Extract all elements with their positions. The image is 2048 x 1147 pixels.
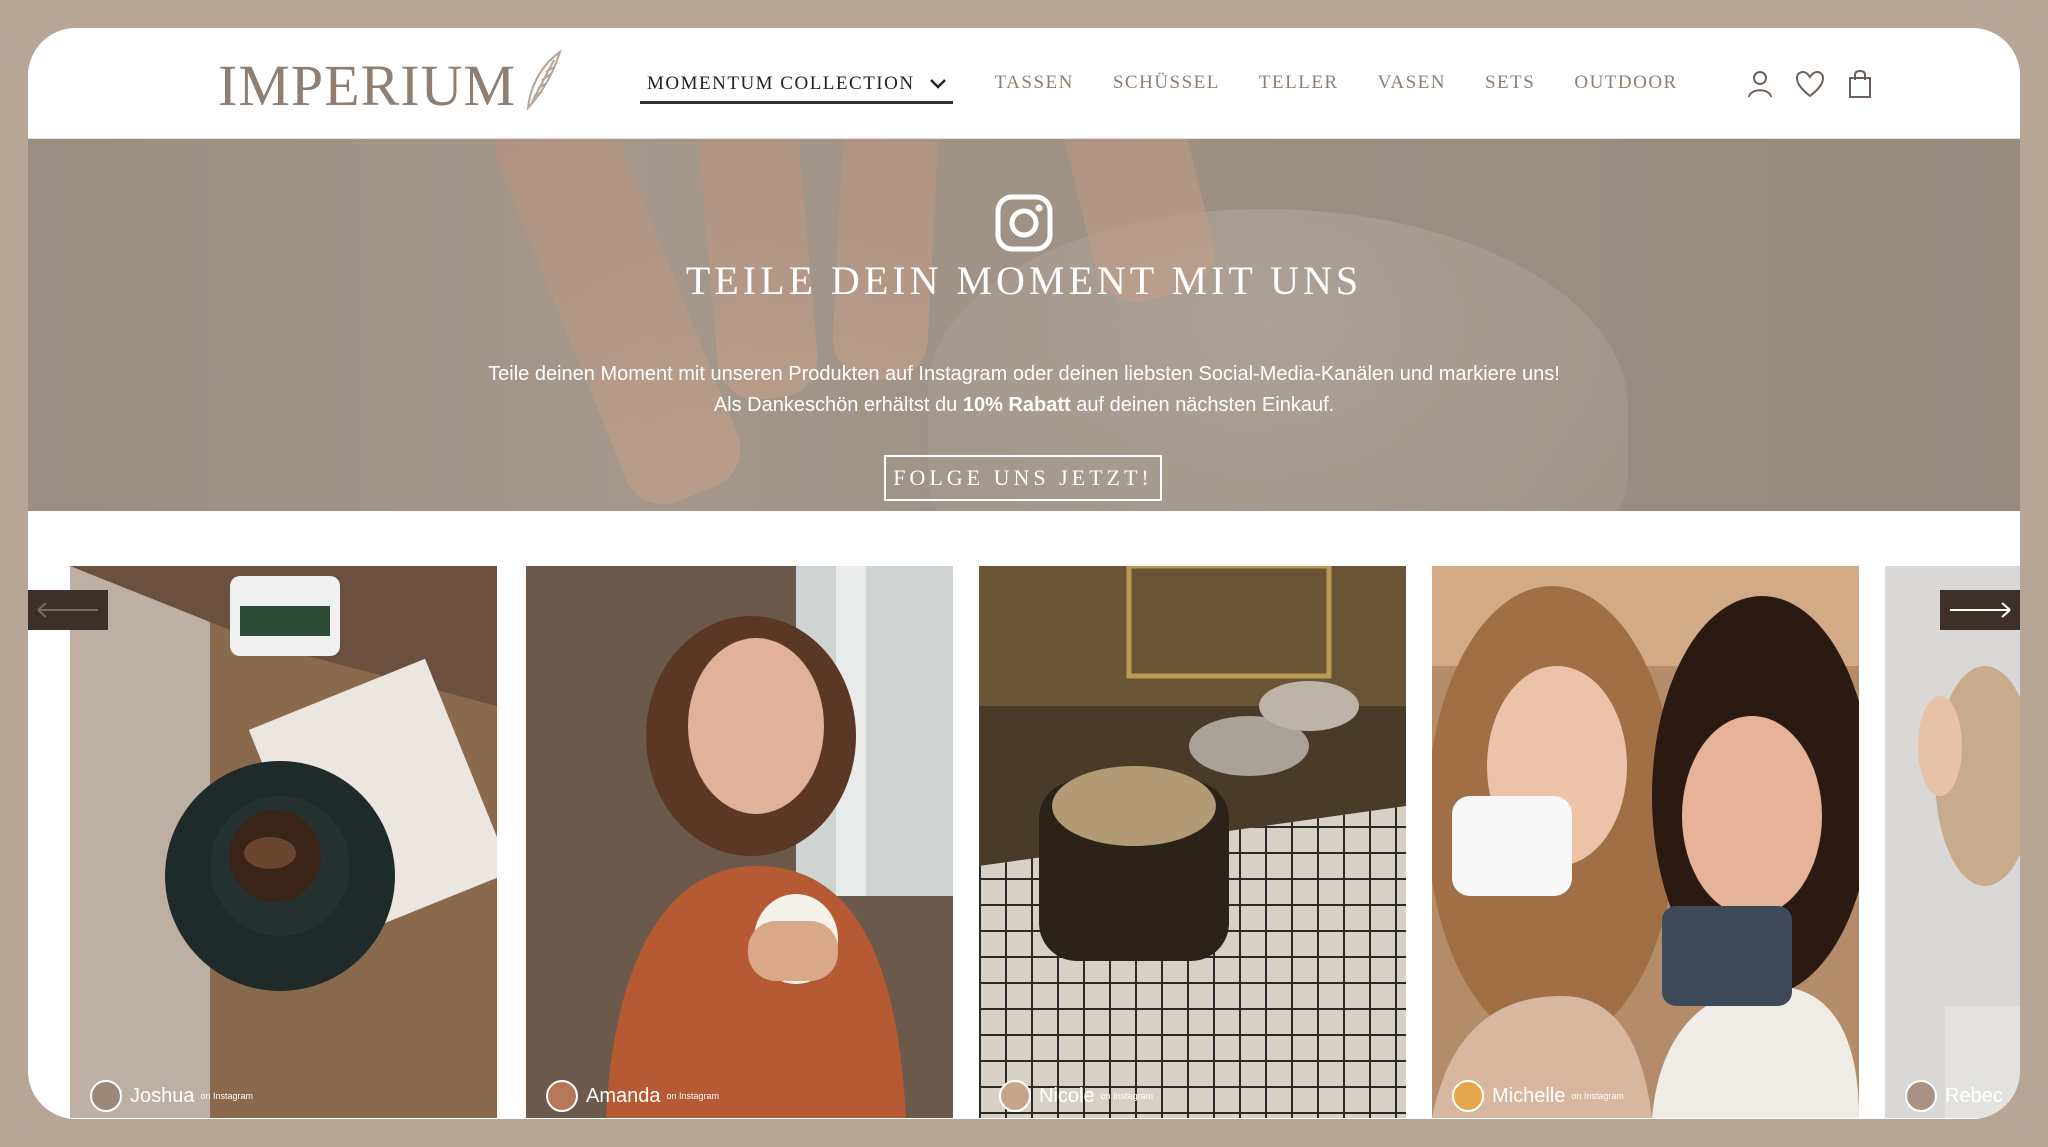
chevron-down-icon xyxy=(929,78,946,89)
carousel-prev-button[interactable] xyxy=(28,590,108,630)
post-username: Joshua xyxy=(130,1084,195,1107)
post-source: on Instagram xyxy=(1571,1091,1624,1101)
nav-item-tassen[interactable]: TASSEN xyxy=(995,72,1074,94)
main-nav: MOMENTUM COLLECTION TASSEN SCHÜSSEL TELL… xyxy=(640,28,1717,138)
hero-description: Teile deinen Moment mit unseren Produkte… xyxy=(28,359,2020,421)
arrow-left-icon xyxy=(37,602,98,618)
post-username: Nicole xyxy=(1039,1084,1095,1107)
instagram-icon[interactable] xyxy=(994,193,1054,253)
nav-item-vasen[interactable]: VASEN xyxy=(1378,72,1446,94)
browser-screen: IMPERIUM MOMENTUM COLLECTION TASSEN SCHÜ… xyxy=(28,28,2020,1119)
brand-logo[interactable]: IMPERIUM xyxy=(218,56,516,116)
post-user: Nicole on Instagram xyxy=(999,1080,1153,1112)
post-user: Joshua on Instagram xyxy=(90,1080,253,1112)
shopping-bag-icon[interactable] xyxy=(1844,68,1876,100)
post-user: Rebec xyxy=(1905,1080,2003,1112)
avatar xyxy=(546,1080,578,1112)
hero-line-2: Als Dankeschön erhältst du 10% Rabatt au… xyxy=(28,390,2020,421)
woman-with-cup-photo xyxy=(526,566,953,1118)
post-source: on Instagram xyxy=(1100,1091,1154,1101)
instagram-post-card[interactable]: Nicole on Instagram xyxy=(979,566,1406,1118)
nav-item-label: MOMENTUM COLLECTION xyxy=(647,72,915,94)
avatar xyxy=(90,1080,122,1112)
hero-banner: TEILE DEIN MOMENT MIT UNS Teile deinen M… xyxy=(28,139,2020,511)
device-frame: IMPERIUM MOMENTUM COLLECTION TASSEN SCHÜ… xyxy=(0,0,2048,1147)
post-username: Rebec xyxy=(1945,1084,2003,1107)
pottery-hands-photo xyxy=(1885,566,2020,1118)
instagram-post-card[interactable]: Amanda on Instagram xyxy=(526,566,953,1118)
discount-highlight: 10% Rabatt xyxy=(962,394,1071,416)
site-header: IMPERIUM MOMENTUM COLLECTION TASSEN SCHÜ… xyxy=(28,28,2020,139)
arrow-right-icon xyxy=(1950,602,2011,618)
nav-item-teller[interactable]: TELLER xyxy=(1259,72,1339,94)
nav-item-schuessel[interactable]: SCHÜSSEL xyxy=(1113,72,1220,94)
instagram-post-card[interactable]: Michelle on Instagram xyxy=(1432,566,1859,1118)
instagram-post-card[interactable]: Joshua on Instagram xyxy=(70,566,497,1118)
heart-icon[interactable] xyxy=(1794,68,1826,100)
leaf-logo-icon xyxy=(526,49,562,111)
post-user: Amanda on Instagram xyxy=(546,1080,719,1112)
hero-title: TEILE DEIN MOMENT MIT UNS xyxy=(685,258,1363,303)
instagram-carousel: Joshua on Instagram Amanda on Instagram … xyxy=(28,566,2020,1119)
nav-item-sets[interactable]: SETS xyxy=(1485,72,1535,94)
user-icon[interactable] xyxy=(1744,68,1776,100)
nav-item-momentum-collection[interactable]: MOMENTUM COLLECTION xyxy=(640,73,953,104)
carousel-next-button[interactable] xyxy=(1940,590,2020,630)
avatar xyxy=(1905,1080,1937,1112)
latte-jar-photo xyxy=(979,566,1406,1118)
follow-us-button[interactable]: FOLGE UNS JETZT! xyxy=(884,455,1162,501)
post-user: Michelle on Instagram xyxy=(1452,1080,1624,1112)
hero-line-1: Teile deinen Moment mit unseren Produkte… xyxy=(488,363,1560,385)
post-source: on Instagram xyxy=(200,1091,254,1101)
post-username: Michelle xyxy=(1492,1084,1566,1107)
avatar xyxy=(1452,1080,1484,1112)
hero-line-2-prefix: Als Dankeschön erhältst du xyxy=(713,394,963,416)
post-source: on Instagram xyxy=(666,1091,720,1101)
two-women-coffee-photo xyxy=(1432,566,1859,1118)
instagram-post-card[interactable]: Rebec xyxy=(1885,566,2020,1118)
avatar xyxy=(999,1080,1031,1112)
coffee-table-photo xyxy=(70,566,497,1118)
nav-item-outdoor[interactable]: OUTDOOR xyxy=(1574,72,1677,94)
post-username: Amanda xyxy=(586,1084,661,1107)
header-icons xyxy=(1744,68,1894,100)
hero-line-2-suffix: auf deinen nächsten Einkauf. xyxy=(1070,394,1335,416)
